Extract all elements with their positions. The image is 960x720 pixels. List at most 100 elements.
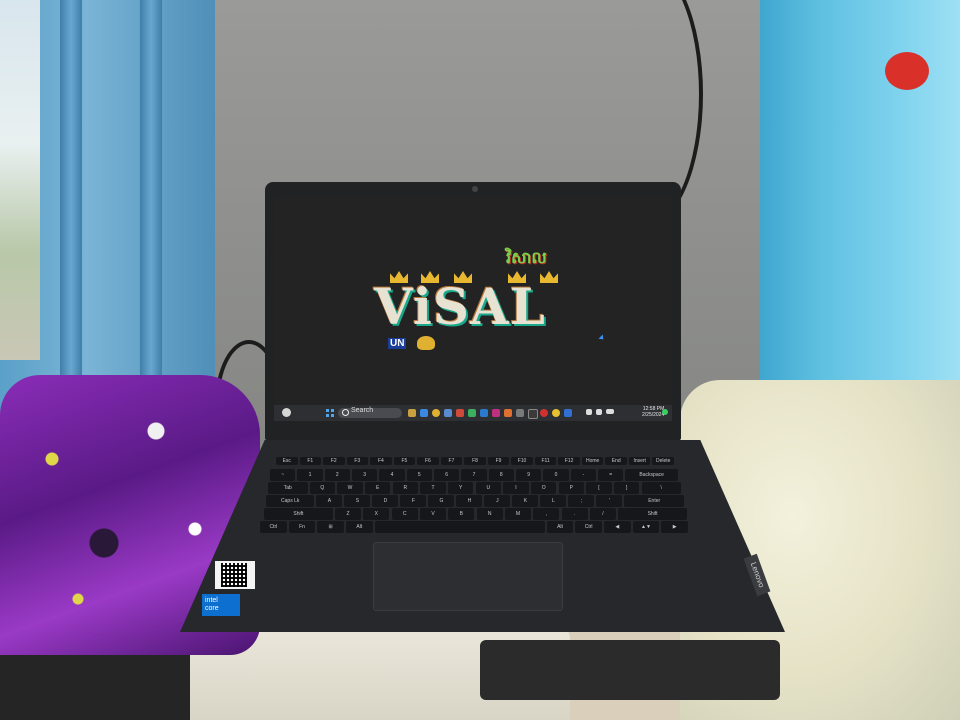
- keyboard-key[interactable]: 5: [406, 469, 432, 481]
- keyboard-key[interactable]: G: [428, 495, 455, 507]
- app-icon[interactable]: [504, 409, 512, 417]
- keyboard-key[interactable]: ▲▼: [632, 521, 660, 533]
- keyboard-key[interactable]: 7: [461, 469, 487, 481]
- keyboard-key[interactable]: H: [456, 495, 483, 507]
- settings-icon[interactable]: [516, 409, 524, 417]
- keyboard-key[interactable]: F8: [464, 457, 486, 465]
- keyboard-key[interactable]: 3: [352, 469, 378, 481]
- keyboard-key[interactable]: B: [448, 508, 475, 520]
- app-icon[interactable]: [468, 409, 476, 417]
- keyboard-key[interactable]: ': [596, 495, 623, 507]
- keyboard-key[interactable]: F11: [534, 457, 557, 465]
- keyboard-key[interactable]: Q: [309, 482, 336, 494]
- keyboard-key[interactable]: 0: [543, 469, 569, 481]
- keyboard-key[interactable]: Shift: [264, 508, 333, 520]
- keyboard-key[interactable]: -: [570, 469, 596, 481]
- keyboard-key[interactable]: F2: [323, 457, 345, 465]
- volume-icon[interactable]: [596, 409, 602, 415]
- keyboard-key[interactable]: I: [503, 482, 529, 494]
- wifi-icon[interactable]: [586, 409, 592, 415]
- keyboard-key[interactable]: [: [586, 482, 612, 494]
- keyboard-key[interactable]: Home: [581, 457, 604, 465]
- keyboard-key[interactable]: ◀: [604, 521, 631, 533]
- taskbar-clock[interactable]: 12:58 PM 2/25/2024: [642, 406, 664, 418]
- keyboard-key[interactable]: F9: [487, 457, 510, 465]
- keyboard-key[interactable]: F6: [417, 457, 439, 465]
- keyboard-key[interactable]: 1: [297, 469, 323, 481]
- keyboard-key[interactable]: =: [598, 469, 624, 481]
- keyboard-key[interactable]: Fn: [288, 521, 316, 533]
- keyboard-key[interactable]: Tab: [268, 482, 308, 494]
- keyboard-key[interactable]: F: [400, 495, 427, 507]
- keyboard-key[interactable]: Z: [334, 508, 362, 520]
- keyboard-key[interactable]: E: [364, 482, 391, 494]
- keyboard-key[interactable]: Enter: [624, 495, 684, 507]
- keyboard-key[interactable]: /: [589, 508, 617, 520]
- keyboard-key[interactable]: F3: [346, 457, 369, 465]
- keyboard-key[interactable]: X: [363, 508, 390, 520]
- keyboard-key[interactable]: Y: [447, 482, 474, 494]
- keyboard-key[interactable]: W: [337, 482, 363, 494]
- keyboard-key[interactable]: N: [476, 508, 503, 520]
- keyboard-key[interactable]: F7: [440, 457, 463, 465]
- file-explorer-icon[interactable]: [408, 409, 416, 417]
- keyboard-key[interactable]: ▶: [661, 521, 688, 533]
- keyboard-key[interactable]: O: [530, 482, 557, 494]
- keyboard-key[interactable]: Alt: [546, 521, 574, 533]
- battery-icon[interactable]: [606, 409, 614, 414]
- keyboard-key[interactable]: K: [512, 495, 539, 507]
- keyboard-key[interactable]: D: [372, 495, 399, 507]
- spacebar-key[interactable]: [374, 521, 545, 533]
- touchpad[interactable]: [373, 542, 563, 611]
- app-icon[interactable]: [540, 409, 548, 417]
- keyboard-key[interactable]: T: [420, 482, 446, 494]
- keyboard-key[interactable]: R: [392, 482, 419, 494]
- keyboard-key[interactable]: F12: [558, 457, 580, 465]
- laptop-screen[interactable]: វិសាល ViSAL UN Search 12:58 PM 2/25/2024: [274, 195, 672, 421]
- taskbar-search[interactable]: Search: [338, 407, 402, 418]
- chrome-icon[interactable]: [432, 409, 440, 417]
- keyboard-key[interactable]: \: [641, 482, 681, 494]
- keyboard-key[interactable]: F10: [511, 457, 533, 465]
- terminal-icon[interactable]: [528, 409, 538, 419]
- keyboard-key[interactable]: U: [475, 482, 502, 494]
- keyboard-key[interactable]: Shift: [618, 508, 687, 520]
- keyboard-key[interactable]: L: [540, 495, 567, 507]
- mail-icon[interactable]: [456, 409, 464, 417]
- notification-icon[interactable]: [662, 409, 668, 415]
- keyboard-key[interactable]: Ctrl: [260, 521, 287, 533]
- keyboard-key[interactable]: J: [484, 495, 511, 507]
- keyboard-key[interactable]: ;: [568, 495, 595, 507]
- keyboard-key[interactable]: S: [344, 495, 371, 507]
- keyboard-key[interactable]: P: [558, 482, 585, 494]
- keyboard-key[interactable]: ~: [270, 469, 296, 481]
- edge-icon[interactable]: [420, 409, 428, 417]
- app-icon[interactable]: [492, 409, 500, 417]
- app-icon[interactable]: [552, 409, 560, 417]
- keyboard-key[interactable]: F5: [393, 457, 416, 465]
- keyboard-key[interactable]: ,: [533, 508, 560, 520]
- keyboard-key[interactable]: A: [316, 495, 343, 507]
- keyboard-key[interactable]: M: [504, 508, 532, 520]
- keyboard[interactable]: Esc F1 F2 F3 F4 F5 F6 F7 F8 F9 F10 F11 F12 Home End Ins…: [258, 455, 698, 533]
- keyboard-key[interactable]: ]: [613, 482, 640, 494]
- keyboard-key[interactable]: Backspace: [625, 469, 678, 481]
- keyboard-key[interactable]: Caps Lk: [266, 495, 315, 507]
- keyboard-key[interactable]: ⊞: [317, 521, 344, 533]
- keyboard-key[interactable]: 2: [324, 469, 350, 481]
- keyboard-key[interactable]: Ctrl: [575, 521, 602, 533]
- keyboard-key[interactable]: Esc: [276, 457, 298, 465]
- keyboard-key[interactable]: V: [419, 508, 447, 520]
- keyboard-key[interactable]: 6: [434, 469, 460, 481]
- keyboard-key[interactable]: 4: [379, 469, 405, 481]
- app-icon[interactable]: [564, 409, 572, 417]
- keyboard-key[interactable]: F4: [370, 457, 392, 465]
- keyboard-key[interactable]: End: [605, 457, 627, 465]
- keyboard-key[interactable]: Alt: [346, 521, 373, 533]
- keyboard-key[interactable]: 8: [488, 469, 514, 481]
- weather-icon[interactable]: [282, 408, 291, 417]
- store-icon[interactable]: [444, 409, 452, 417]
- start-icon[interactable]: [326, 409, 334, 417]
- keyboard-key[interactable]: .: [561, 508, 588, 520]
- keyboard-key[interactable]: F1: [299, 457, 322, 465]
